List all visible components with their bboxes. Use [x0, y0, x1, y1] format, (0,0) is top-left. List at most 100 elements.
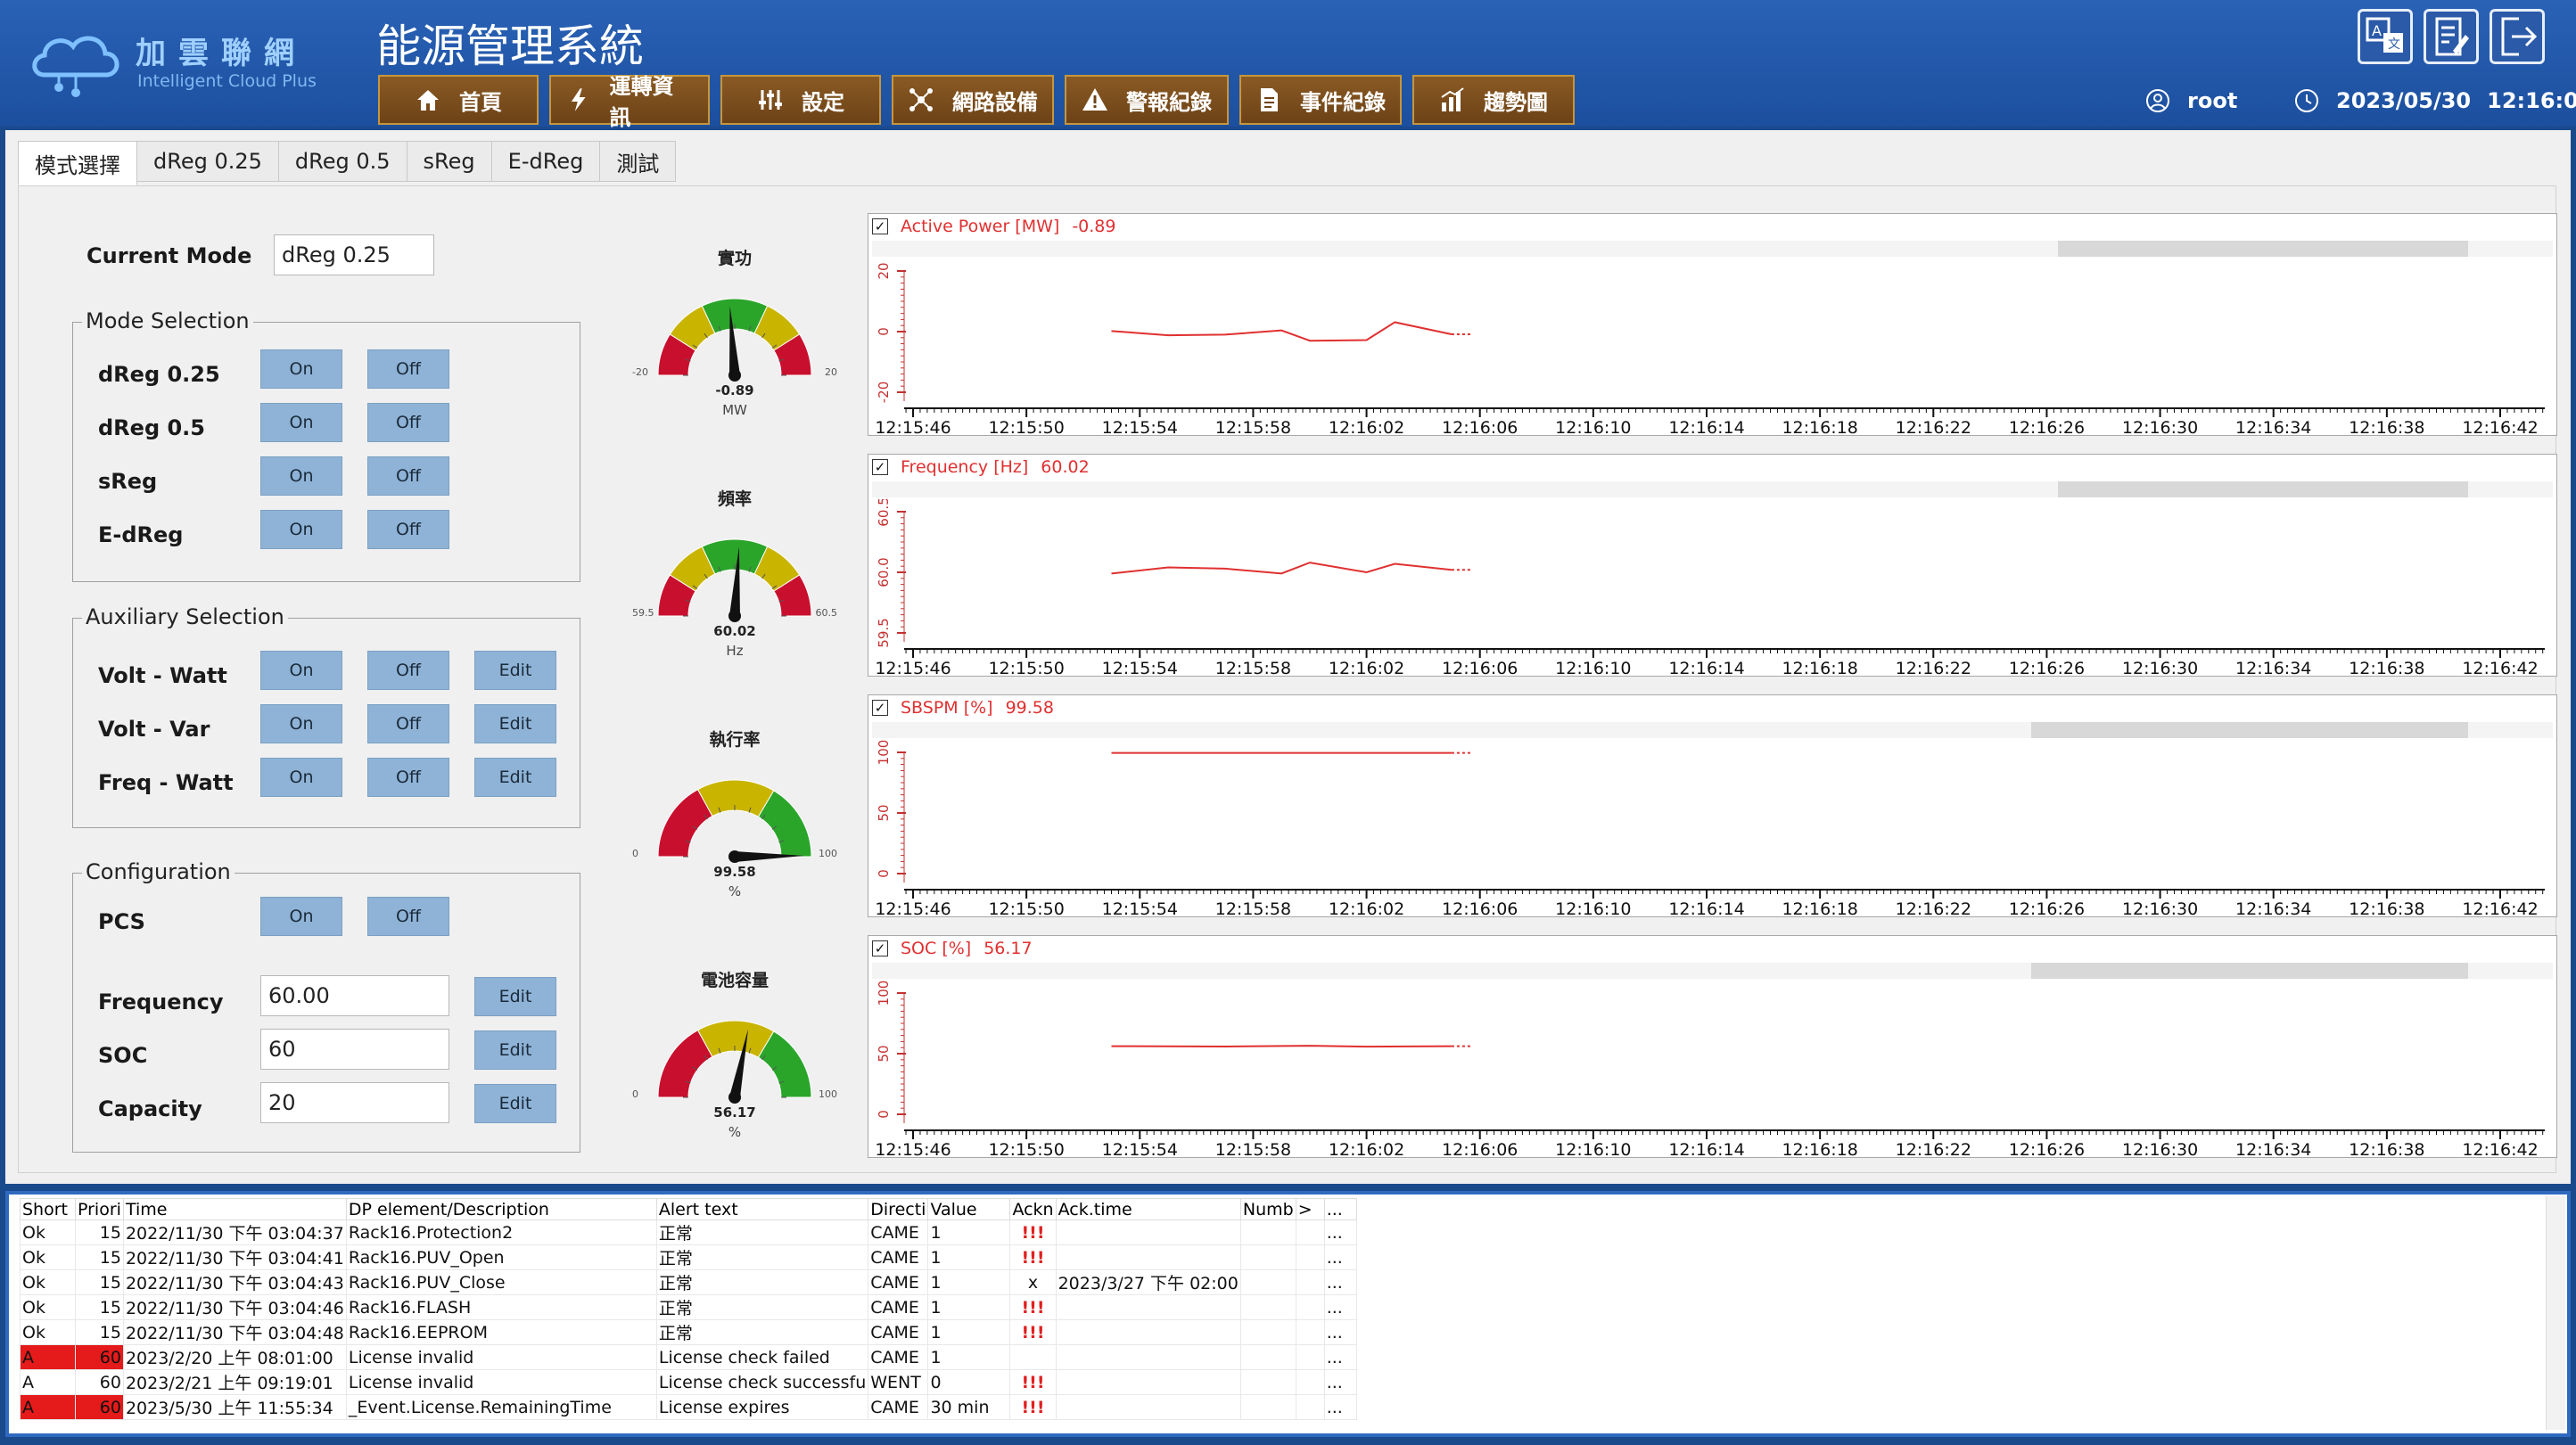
volt-watt-on-button[interactable]: On	[260, 651, 342, 690]
trend-scroll-thumb[interactable]	[2058, 481, 2468, 497]
volt-var-on-button[interactable]: On	[260, 704, 342, 743]
col-dp-element[interactable]: DP element/Description	[345, 1198, 657, 1220]
nav-trend-chart-button[interactable]: 趨勢圖	[1412, 75, 1575, 125]
x-tick-label: 12:16:10	[1555, 1140, 1631, 1157]
trend-scroll-thumb[interactable]	[2031, 722, 2468, 738]
gauge-title: 實功	[717, 249, 752, 268]
col-value[interactable]: Value	[927, 1198, 1011, 1220]
tab-dreg-025[interactable]: dReg 0.25	[136, 141, 279, 182]
col-ack[interactable]: Ackn	[1009, 1198, 1057, 1220]
trend-scrollbar[interactable]	[872, 963, 2553, 979]
trend-scrollbar[interactable]	[872, 722, 2553, 738]
alarm-scrollbar[interactable]	[2546, 1196, 2565, 1430]
dreg-05-off-button[interactable]: Off	[367, 403, 449, 442]
col-more[interactable]: >	[1295, 1198, 1325, 1220]
dreg-025-on-button[interactable]: On	[260, 349, 342, 389]
x-tick-label: 12:16:38	[2349, 1140, 2424, 1157]
capacity-edit-button[interactable]: Edit	[474, 1084, 556, 1123]
alarm-table: Short Priori Time DP element/Description…	[20, 1198, 1357, 1420]
dreg-025-off-button[interactable]: Off	[367, 349, 449, 389]
trend-scroll-thumb[interactable]	[2058, 241, 2468, 257]
gauge-needle-hub	[728, 850, 741, 863]
x-tick-label: 12:15:54	[1102, 899, 1178, 916]
col-ellipsis[interactable]: ...	[1323, 1198, 1357, 1220]
trend-scrollbar[interactable]	[872, 481, 2553, 497]
alarm-row[interactable]: A 60 2023/2/21 上午 09:19:01 License invalid L…	[20, 1369, 1357, 1395]
trend-visibility-checkbox[interactable]: ✓	[872, 459, 888, 475]
gauge-needle-hub	[728, 369, 741, 382]
current-mode-field: dReg 0.25	[274, 234, 434, 275]
series-line	[1111, 321, 1453, 342]
nav-event-log-button[interactable]: 事件紀錄	[1239, 75, 1402, 125]
sreg-on-button[interactable]: On	[260, 456, 342, 496]
freq-watt-edit-button[interactable]: Edit	[474, 758, 556, 797]
col-alert-text[interactable]: Alert text	[655, 1198, 869, 1220]
pcs-off-button[interactable]: Off	[367, 897, 449, 936]
y-tick-label: 100	[876, 981, 892, 1006]
trend-current-value: 99.58	[1005, 698, 1054, 718]
col-ack-time[interactable]: Ack.time	[1055, 1198, 1241, 1220]
alarm-value-cell: 1	[927, 1269, 1011, 1295]
e-dreg-off-button[interactable]: Off	[367, 510, 449, 549]
translate-icon: A文	[2366, 17, 2403, 53]
nav-settings-button[interactable]: 設定	[720, 75, 881, 125]
soc-input[interactable]: 60	[260, 1029, 449, 1070]
alarm-row[interactable]: A 60 2023/5/30 上午 11:55:34 _Event.License.R…	[20, 1394, 1357, 1420]
gauge-active-power: 實功 -20 20 -0.89 MW	[632, 245, 837, 441]
nav-operation-info-button[interactable]: 運轉資訊	[549, 74, 710, 130]
trend-visibility-checkbox[interactable]: ✓	[872, 940, 888, 956]
frequency-edit-button[interactable]: Edit	[474, 977, 556, 1016]
trend-visibility-checkbox[interactable]: ✓	[872, 700, 888, 716]
sreg-off-button[interactable]: Off	[367, 456, 449, 496]
alarm-dp-cell: Rack16.PUV_Close	[345, 1269, 657, 1295]
e-dreg-on-button[interactable]: On	[260, 510, 342, 549]
col-short[interactable]: Short	[20, 1198, 76, 1220]
gauge-min-label: 0	[632, 848, 638, 859]
logout-button[interactable]	[2490, 9, 2545, 64]
col-number[interactable]: Numb	[1239, 1198, 1296, 1220]
tab-test[interactable]: 測試	[599, 141, 677, 182]
alarm-alert-text-cell: License check successfu	[655, 1369, 869, 1395]
x-tick-label: 12:16:42	[2462, 418, 2538, 435]
capacity-input[interactable]: 20	[260, 1082, 449, 1123]
alarm-row[interactable]: Ok 15 2022/11/30 下午 03:04:46 Rack16.FLASH 正常…	[20, 1294, 1357, 1320]
freq-watt-off-button[interactable]: Off	[367, 758, 449, 797]
trend-scrollbar[interactable]	[872, 241, 2553, 257]
frequency-input[interactable]: 60.00	[260, 975, 449, 1016]
nav-network-devices-button[interactable]: 網路設備	[892, 75, 1054, 125]
freq-watt-on-button[interactable]: On	[260, 758, 342, 797]
volt-var-off-button[interactable]: Off	[367, 704, 449, 743]
alarm-alert-text-cell: 正常	[655, 1244, 869, 1270]
alarm-row[interactable]: Ok 15 2022/11/30 下午 03:04:41 Rack16.PUV_Ope…	[20, 1244, 1357, 1270]
alarm-row[interactable]: Ok 15 2022/11/30 下午 03:04:37 Rack16.Protect…	[20, 1219, 1357, 1245]
svg-text:文: 文	[2388, 37, 2400, 52]
alarm-row[interactable]: Ok 15 2022/11/30 下午 03:04:48 Rack16.EEPROM 正…	[20, 1319, 1357, 1345]
dreg-05-on-button[interactable]: On	[260, 403, 342, 442]
volt-var-edit-button[interactable]: Edit	[474, 704, 556, 743]
tab-sreg[interactable]: sReg	[406, 141, 492, 182]
gauge-max-label: 20	[825, 366, 837, 378]
alarm-number-cell	[1239, 1294, 1296, 1320]
tab-mode-selection[interactable]: 模式選擇	[18, 141, 137, 185]
trend-scroll-thumb[interactable]	[2031, 963, 2468, 979]
translate-button[interactable]: A文	[2358, 9, 2413, 64]
pcs-on-button[interactable]: On	[260, 897, 342, 936]
alarm-ellipsis-cell: ...	[1323, 1319, 1357, 1345]
col-priority[interactable]: Priori	[75, 1198, 124, 1220]
col-time[interactable]: Time	[122, 1198, 347, 1220]
nav-home-button[interactable]: 首頁	[378, 75, 539, 125]
x-tick-label: 12:16:18	[1782, 899, 1857, 916]
nav-alarm-log-button[interactable]: 警報紀錄	[1065, 75, 1229, 125]
alarm-row[interactable]: A 60 2023/2/20 上午 08:01:00 License invalid L…	[20, 1344, 1357, 1370]
alarm-row[interactable]: Ok 15 2022/11/30 下午 03:04:43 Rack16.PUV_Clo…	[20, 1269, 1357, 1295]
configuration-title: Configuration	[82, 859, 235, 884]
volt-watt-edit-button[interactable]: Edit	[474, 651, 556, 690]
trend-visibility-checkbox[interactable]: ✓	[872, 218, 888, 234]
tab-dreg-05[interactable]: dReg 0.5	[277, 141, 407, 182]
tab-e-dreg[interactable]: E-dReg	[490, 141, 601, 182]
network-icon	[909, 88, 933, 111]
notes-button[interactable]	[2424, 9, 2479, 64]
volt-watt-off-button[interactable]: Off	[367, 651, 449, 690]
col-direction[interactable]: Directi	[868, 1198, 929, 1220]
soc-edit-button[interactable]: Edit	[474, 1030, 556, 1070]
